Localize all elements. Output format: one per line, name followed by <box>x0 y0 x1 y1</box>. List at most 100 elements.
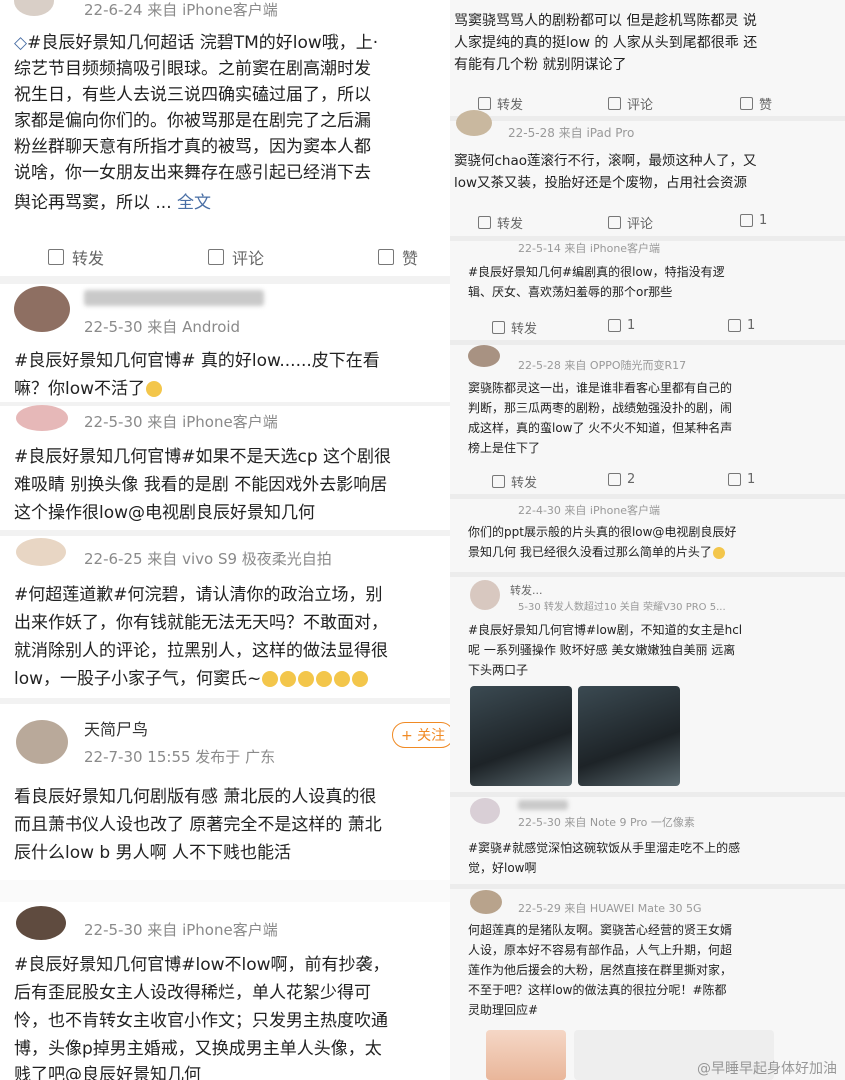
repost-button[interactable]: 转发 <box>492 318 537 337</box>
post-text-line: 祝生日，有些人去说三说四确实磕过届了，所以 <box>14 85 371 105</box>
post-text-line: 综艺节目频频搞吸引眼球。之前窦在剧高潮时发 <box>14 59 371 79</box>
post-text-line: 窦骁陈都灵这一出，谁是谁非看客心里都有自己的 <box>468 381 733 395</box>
emoji-icon <box>316 671 333 687</box>
post-text-line: 舆论再骂窦，所以 ... 全文 <box>14 190 211 216</box>
divider <box>0 402 455 406</box>
post-text-line: 人家提纯的真的挺low 的 人家从头到尾都很乖 还 <box>454 35 758 51</box>
repost-button[interactable]: 转发 <box>48 245 104 269</box>
post-meta: 22-5-14 来自 iPhone客户端 <box>518 242 661 255</box>
post-text-line: 判断，那三瓜两枣的剧粉，战绩勉强没扑的剧，闹 <box>468 401 733 415</box>
sticker-image <box>486 1030 566 1080</box>
avatar[interactable] <box>468 345 500 367</box>
comment-button[interactable]: 评论 <box>608 94 653 113</box>
emoji-icon <box>334 671 351 687</box>
post-meta: 22-5-29 来自 HUAWEI Mate 30 5G <box>518 902 702 915</box>
post-text-line: ◇#良辰好景知几何超话 浣碧TM的好low哦，上· <box>14 33 379 53</box>
post-text-line: 榜上是住下了 <box>468 441 541 455</box>
comment-icon <box>608 319 621 332</box>
like-button[interactable]: 1 <box>728 318 755 333</box>
repost-icon <box>478 216 491 229</box>
post-text-line: 不至于吧？这样low的做法真的很拉分呢！#陈都 <box>468 983 727 997</box>
avatar[interactable] <box>470 890 502 914</box>
comment-button[interactable]: 1 <box>608 318 635 333</box>
post-meta: 22-5-30 来自 Note 9 Pro 一亿像素 <box>518 816 695 829</box>
post-text-line: 怜，也不肯转女主收官小作文；只发男主热度吹通 <box>14 1011 388 1031</box>
avatar[interactable] <box>16 405 68 431</box>
post-text-line: 何超莲真的是猪队友啊。窦骁苦心经营的贤王女婿 <box>468 923 733 937</box>
avatar[interactable] <box>14 0 54 16</box>
repost-button[interactable]: 转发 <box>492 472 537 491</box>
post-text-line: 辰什么low b 男人啊 人不下贱也能活 <box>14 843 292 863</box>
like-button[interactable]: 赞 <box>378 245 418 269</box>
post-text: 景知几何 我已经很久没看过那么简单的片头了 <box>468 545 712 559</box>
post-text-line: #良辰好景知几何#编剧真的很low，特指没有逻 <box>468 265 725 279</box>
emoji-icon <box>146 381 163 397</box>
avatar[interactable] <box>16 720 68 764</box>
post-meta: 5-30 转发人数超过10 关自 荣耀V30 PRO 5... <box>518 602 726 613</box>
post-text-line: 辑、厌女、喜欢荡妇羞辱的那个or那些 <box>468 285 673 299</box>
post-text-line: 就消除别人的评论，拉黑别人，这样的做法显得很 <box>14 641 388 661</box>
username[interactable]: 天简尸鸟 <box>84 716 148 740</box>
avatar[interactable] <box>16 538 66 566</box>
like-button[interactable]: 赞 <box>740 94 772 113</box>
follow-button[interactable]: + 关注 <box>392 722 455 748</box>
avatar[interactable] <box>14 286 70 332</box>
thumbs-up-icon <box>740 97 753 110</box>
divider <box>0 698 455 704</box>
post-meta: 22-7-30 15:55 发布于 广东 <box>84 748 276 766</box>
drama-poster-image[interactable] <box>470 686 572 786</box>
right-feed-screenshot: 骂窦骁骂骂人的剧粉都可以 但是趁机骂陈都灵 说 人家提纯的真的挺low 的 人家… <box>450 0 845 1080</box>
post-meta: 22-5-30 来自 Android <box>84 318 241 336</box>
post-text-line: 嘛？你low不活了 <box>14 376 163 402</box>
comment-button[interactable]: 2 <box>608 472 635 487</box>
post-text-line: 博，头像p掉男主婚戒，又换成男主单人头像，太 <box>14 1039 382 1059</box>
like-button[interactable]: 1 <box>728 472 755 487</box>
avatar[interactable] <box>470 580 500 610</box>
emoji-icon <box>280 671 297 687</box>
repost-button[interactable]: 转发 <box>478 213 523 232</box>
username[interactable]: 转发... <box>510 582 543 598</box>
thumbs-up-icon <box>728 319 741 332</box>
emoji-icon <box>712 546 725 559</box>
post-text-line: 莲作为他后援会的大粉，居然直接在群里撕对家， <box>468 963 733 977</box>
repost-icon <box>492 321 505 334</box>
like-button[interactable]: 1 <box>740 213 767 228</box>
post-meta: 22-5-28 来自 iPad Pro <box>508 126 635 140</box>
post-text-line: 说啥，你一女朋友出来舞存在感引起已经消下去 <box>14 163 371 183</box>
divider <box>450 884 845 889</box>
avatar[interactable] <box>456 110 492 136</box>
comment-button[interactable]: 评论 <box>208 245 264 269</box>
post-text-line: #窦骁#就感觉深怕这碗软饭从手里溜走吃不上的感 <box>468 841 741 855</box>
divider <box>0 530 455 536</box>
post-text: 嘛？你low不活了 <box>14 379 146 399</box>
emoji-icon <box>352 671 369 687</box>
comment-button[interactable]: 评论 <box>608 213 653 232</box>
username-blurred <box>518 800 568 810</box>
post-text-line: 这个操作很low@电视剧良辰好景知几何 <box>14 503 316 523</box>
divider <box>450 572 845 577</box>
repost-icon <box>492 475 505 488</box>
post-text-line: #何超莲道歉#何浣碧，请认清你的政治立场，别 <box>14 585 383 605</box>
divider <box>0 880 455 902</box>
post-text-line: 呢 一系列骚操作 败坏好感 美女嫩嫩独自美丽 远离 <box>468 643 736 657</box>
post-meta: 22-5-30 来自 iPhone客户端 <box>84 413 278 431</box>
post-text-line: low，一股子小家子气，何窦氏~ <box>14 666 369 692</box>
post-text-line: 贱了吧@良辰好景知几何 <box>14 1065 201 1080</box>
post-text-line: #良辰好景知几何官博#low不low啊，前有抄袭， <box>14 955 390 975</box>
post-meta: 22-5-28 来自 OPPO随光而变R17 <box>518 359 687 372</box>
repost-button[interactable]: 转发 <box>478 94 523 113</box>
drama-poster-image[interactable] <box>578 686 680 786</box>
divider <box>450 494 845 499</box>
divider <box>450 340 845 345</box>
post-text-line: 难吸睛 别换头像 我看的是剧 不能因戏外去影响居 <box>14 475 388 495</box>
thumbs-up-icon <box>378 249 394 265</box>
divider <box>450 116 845 121</box>
repost-icon <box>478 97 491 110</box>
avatar[interactable] <box>16 906 66 940</box>
watermark: @早睡早起身体好加油 <box>697 1061 837 1077</box>
avatar[interactable] <box>470 798 500 824</box>
post-text-line: 灵助理回应# <box>468 1003 539 1017</box>
post-text-line: 看良辰好景知几何剧版有感 萧北辰的人设真的很 <box>14 787 377 807</box>
expand-full-text-link[interactable]: 全文 <box>177 193 211 213</box>
post-text-line: low又茶又装，投胎好还是个废物，占用社会资源 <box>454 175 748 191</box>
